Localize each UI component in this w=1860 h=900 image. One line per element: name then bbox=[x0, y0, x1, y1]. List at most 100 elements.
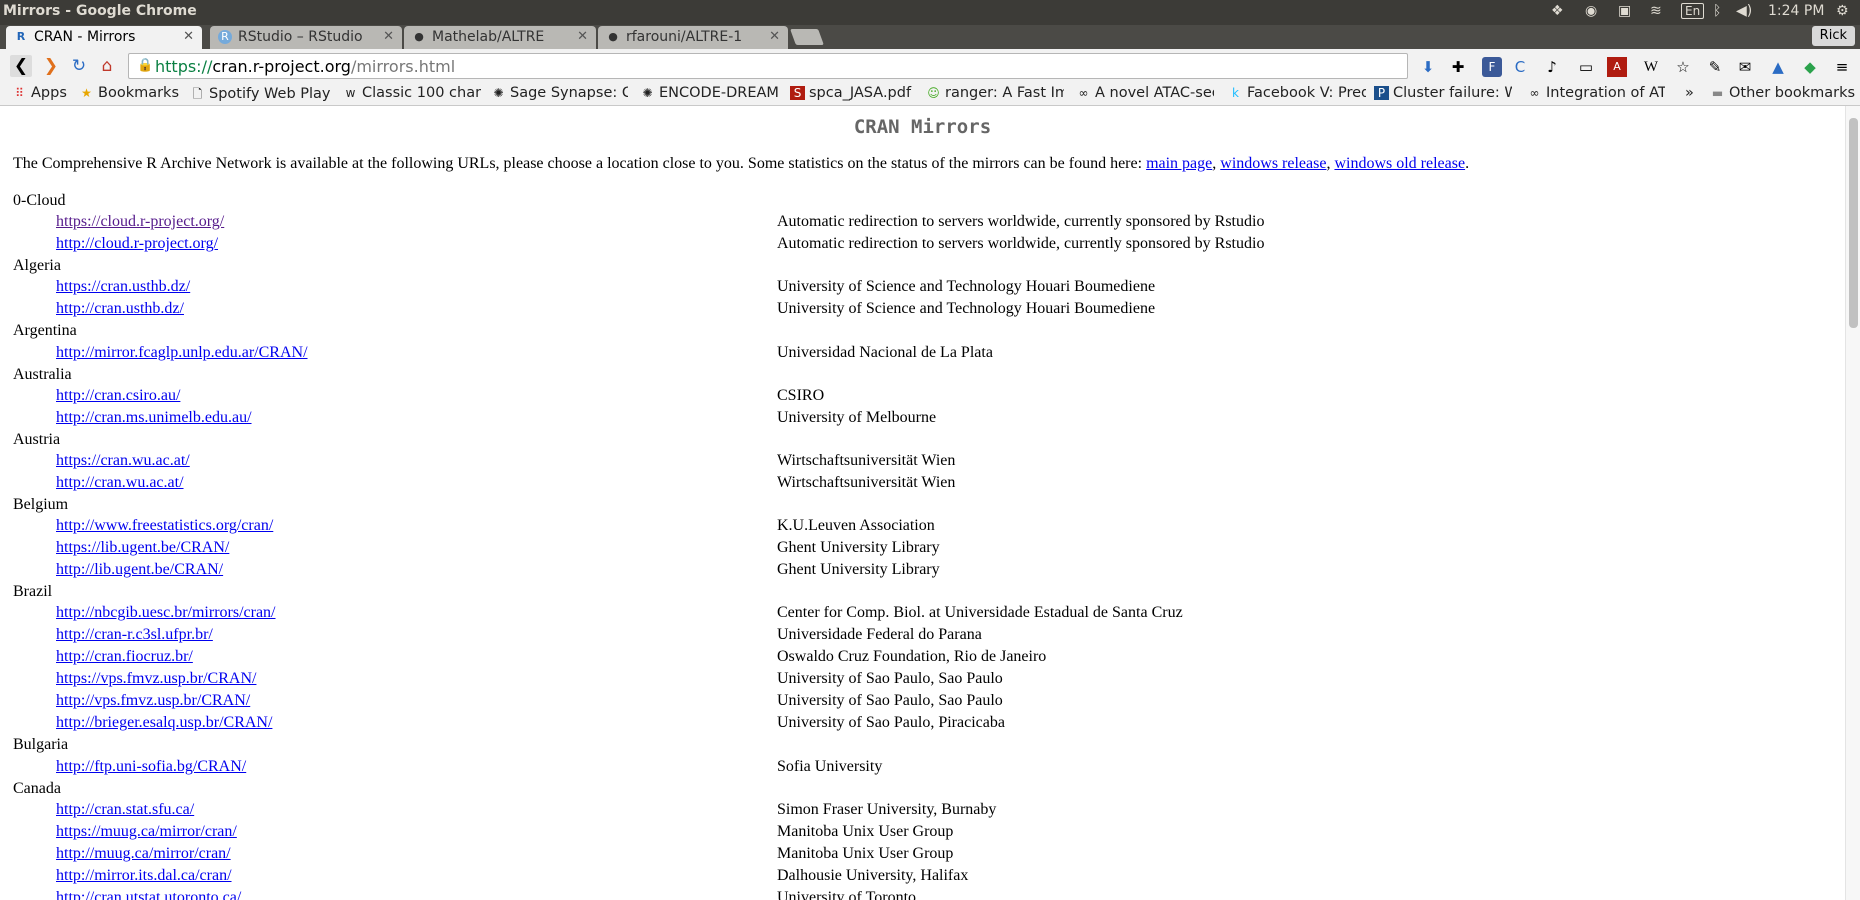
volume-icon[interactable]: ◀) bbox=[1736, 3, 1752, 19]
page-scrollbar[interactable] bbox=[1845, 106, 1860, 900]
mirror-link[interactable]: http://mirror.fcaglp.unlp.edu.ar/CRAN/ bbox=[56, 344, 308, 362]
bookmark-facebook-v[interactable]: k Facebook V: Pred bbox=[1228, 85, 1366, 101]
mirror-link[interactable]: https://cloud.r-project.org/ bbox=[56, 213, 224, 231]
tab-rstudio[interactable]: R RStudio – RStudio ✕ bbox=[210, 26, 402, 49]
github-icon: ● bbox=[608, 30, 618, 43]
lock-icon: 🔒 bbox=[137, 58, 154, 73]
download-icon[interactable]: ⬇ bbox=[1418, 57, 1438, 77]
mirror-link[interactable]: http://cran.ms.unimelb.edu.au/ bbox=[56, 409, 252, 427]
bookmark-cluster-failure[interactable]: P Cluster failure: W bbox=[1374, 85, 1512, 101]
mirror-link[interactable]: http://brieger.esalq.usp.br/CRAN/ bbox=[56, 714, 272, 732]
close-tab-icon[interactable]: ✕ bbox=[577, 29, 588, 44]
mirror-link[interactable]: http://cran.wu.ac.at/ bbox=[56, 474, 184, 492]
mail-icon[interactable]: ✉ bbox=[1735, 57, 1755, 77]
bookmark-other-bookmarks[interactable]: ▬ Other bookmarks bbox=[1710, 85, 1855, 101]
extension-puzzle-icon[interactable]: ✚ bbox=[1448, 57, 1468, 77]
wikipedia-icon[interactable]: W bbox=[1641, 57, 1661, 77]
chrome-menu-icon[interactable]: ≡ bbox=[1832, 57, 1852, 77]
graduation-cap-icon[interactable]: ▲ bbox=[1768, 57, 1788, 77]
bookmark-classic-100[interactable]: w Classic 100 cham bbox=[343, 85, 481, 101]
face-icon: ☺ bbox=[927, 86, 940, 100]
link-icon: ∞ bbox=[1078, 86, 1089, 100]
mirror-description: University of Science and Technology Hou… bbox=[777, 300, 1156, 318]
windows-old-release-link[interactable]: windows old release bbox=[1334, 155, 1465, 172]
bookmark-atac-seq[interactable]: ∞ A novel ATAC-seq bbox=[1076, 85, 1215, 101]
bookmarks-bar: ⠿ Apps ★ Bookmarks 🗋 Spotify Web Play w Clas… bbox=[0, 83, 1860, 106]
mirror-link[interactable]: https://lib.ugent.be/CRAN/ bbox=[56, 539, 229, 557]
mirror-link[interactable]: http://ftp.uni-sofia.bg/CRAN/ bbox=[56, 758, 246, 776]
bookmark-bookmarks[interactable]: ★ Bookmarks bbox=[79, 85, 179, 101]
window-title: Mirrors - Google Chrome bbox=[3, 3, 197, 19]
address-bar[interactable]: 🔒 https://cran.r-project.org/mirrors.htm… bbox=[128, 53, 1408, 79]
mirror-link[interactable]: https://muug.ca/mirror/cran/ bbox=[56, 823, 237, 841]
mirror-description: University of Melbourne bbox=[777, 408, 937, 426]
mirror-link[interactable]: http://cran.usthb.dz/ bbox=[56, 300, 184, 318]
country-heading: Brazil bbox=[13, 583, 53, 601]
home-icon[interactable]: ⌂ bbox=[96, 55, 118, 77]
mirror-description: Universidade Federal do Parana bbox=[777, 626, 982, 644]
bluetooth-icon[interactable]: ᛒ bbox=[1713, 3, 1721, 19]
mirror-description: Ghent University Library bbox=[777, 539, 940, 557]
scrollbar-thumb[interactable] bbox=[1849, 118, 1858, 328]
folder-icon: ▬ bbox=[1711, 86, 1724, 100]
dropbox-icon[interactable]: ❖ bbox=[1551, 3, 1564, 19]
tools-icon[interactable]: ✎ bbox=[1705, 57, 1725, 77]
bookmark-integration-of-at[interactable]: ∞ Integration of AT bbox=[1527, 85, 1666, 101]
bookmark-spotify[interactable]: 🗋 Spotify Web Play bbox=[190, 85, 330, 106]
apps-grid-icon: ⠿ bbox=[15, 86, 24, 100]
tab-mathelab-altre[interactable]: ● Mathelab/ALTRE ✕ bbox=[404, 26, 596, 49]
mirror-link[interactable]: http://cran-r.c3sl.ufpr.br/ bbox=[56, 626, 213, 644]
mirror-link[interactable]: http://vps.fmvz.usp.br/CRAN/ bbox=[56, 692, 250, 710]
close-tab-icon[interactable]: ✕ bbox=[383, 29, 394, 44]
os-top-bar: Mirrors - Google Chrome ❖ ◉ ▣ ≋ En ᛒ ◀) … bbox=[0, 0, 1860, 25]
cast-icon[interactable]: ▭ bbox=[1576, 57, 1596, 77]
evernote-icon[interactable]: ◆ bbox=[1800, 57, 1820, 77]
country-heading: Belgium bbox=[13, 496, 69, 513]
windows-release-link[interactable]: windows release bbox=[1220, 155, 1326, 172]
mirror-link[interactable]: http://muug.ca/mirror/cran/ bbox=[56, 845, 231, 863]
browser-toolbar: ❮ ❯ ↻ ⌂ 🔒 https://cran.r-project.org/mir… bbox=[0, 49, 1860, 83]
forward-icon[interactable]: ❯ bbox=[40, 55, 62, 77]
pdf-extension-icon[interactable]: A bbox=[1607, 57, 1627, 77]
mirror-link[interactable]: http://cran.csiro.au/ bbox=[56, 387, 180, 405]
tab-rfarouni-altre[interactable]: ● rfarouni/ALTRE-1 ✕ bbox=[598, 26, 788, 49]
mirror-link[interactable]: http://mirror.its.dal.ca/cran/ bbox=[56, 867, 232, 885]
screen-recorder-icon[interactable]: ▣ bbox=[1618, 3, 1631, 19]
bookmark-star-icon[interactable]: ☆ bbox=[1673, 57, 1693, 77]
mirror-link[interactable]: http://www.freestatistics.org/cran/ bbox=[56, 517, 273, 535]
reload-icon[interactable]: ↻ bbox=[68, 55, 90, 77]
input-method-indicator[interactable]: En bbox=[1681, 3, 1705, 19]
mirror-link[interactable]: https://cran.wu.ac.at/ bbox=[56, 452, 190, 470]
citation-icon[interactable]: C bbox=[1510, 57, 1530, 77]
bookmark-ranger[interactable]: ☺ ranger: A Fast Im bbox=[926, 85, 1064, 101]
profile-button[interactable]: Rick bbox=[1811, 26, 1855, 46]
bookmarks-overflow-chevron-icon[interactable]: » bbox=[1685, 85, 1694, 101]
new-tab-button[interactable] bbox=[790, 29, 824, 45]
clock[interactable]: 1:24 PM bbox=[1768, 3, 1824, 19]
mirror-link[interactable]: https://vps.fmvz.usp.br/CRAN/ bbox=[56, 670, 256, 688]
chrome-icon[interactable]: ◉ bbox=[1585, 3, 1597, 19]
mirror-link[interactable]: http://cran.utstat.utoronto.ca/ bbox=[56, 889, 241, 900]
mirror-link[interactable]: http://lib.ugent.be/CRAN/ bbox=[56, 561, 223, 579]
mirror-link[interactable]: http://nbcgib.uesc.br/mirrors/cran/ bbox=[56, 604, 276, 622]
settings-gear-icon[interactable]: ⚙ bbox=[1836, 3, 1849, 19]
close-tab-icon[interactable]: ✕ bbox=[769, 29, 780, 44]
mirror-link[interactable]: http://cran.stat.sfu.ca/ bbox=[56, 801, 194, 819]
music-note-icon[interactable]: ♪ bbox=[1542, 57, 1562, 77]
mirror-link[interactable]: http://cloud.r-project.org/ bbox=[56, 235, 218, 253]
bookmark-apps[interactable]: ⠿ Apps bbox=[12, 85, 67, 101]
rstudio-logo-icon: R bbox=[218, 30, 232, 44]
main-page-link[interactable]: main page bbox=[1146, 155, 1212, 172]
wifi-icon[interactable]: ≋ bbox=[1650, 3, 1662, 19]
close-tab-icon[interactable]: ✕ bbox=[183, 29, 194, 44]
tab-cran-mirrors[interactable]: R CRAN - Mirrors ✕ bbox=[6, 26, 202, 49]
feedly-icon[interactable]: F bbox=[1482, 57, 1502, 77]
back-icon[interactable]: ❮ bbox=[10, 55, 32, 77]
mirror-description: University of Toronto bbox=[777, 888, 917, 900]
country-heading: Austria bbox=[13, 430, 61, 448]
mirror-link[interactable]: http://cran.fiocruz.br/ bbox=[56, 648, 193, 666]
bookmark-encode-dream[interactable]: ✺ ENCODE-DREAM bbox=[640, 85, 778, 101]
bookmark-spca-jasa[interactable]: Sspca_JASA.pdf bbox=[790, 85, 920, 101]
mirror-link[interactable]: https://cran.usthb.dz/ bbox=[56, 278, 190, 296]
bookmark-sage-synapse[interactable]: ✺ Sage Synapse: Co bbox=[491, 85, 628, 101]
